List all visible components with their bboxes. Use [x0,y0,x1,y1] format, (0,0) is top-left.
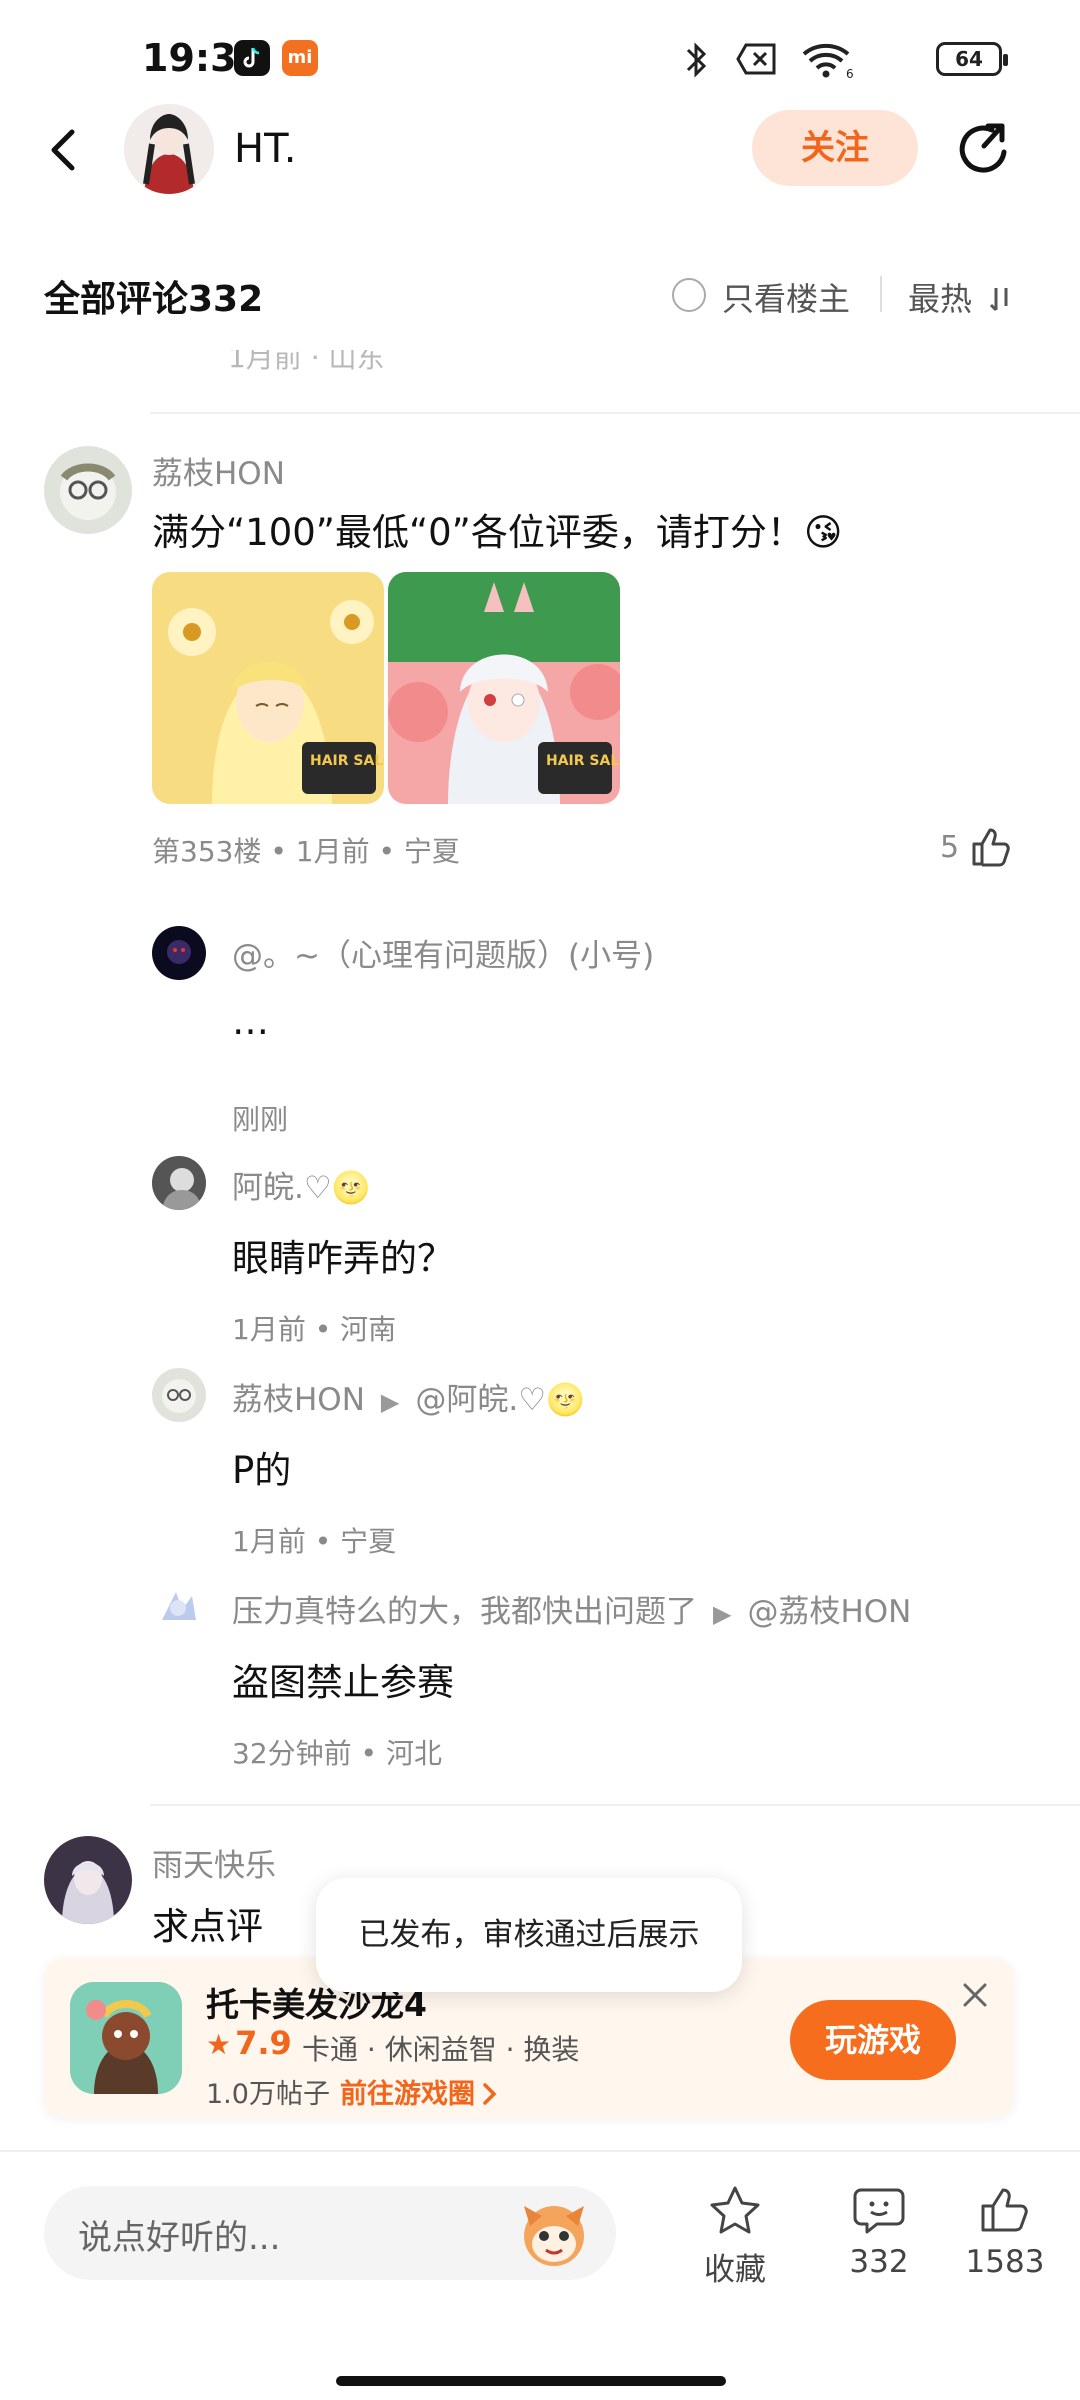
comments-title: 全部评论332 [44,279,264,320]
reply-meta: 1月前 • 河南 [232,1313,397,1346]
comment-input-placeholder: 说点好听的... [78,2218,281,2258]
comments-button[interactable]: 332 [834,2184,924,2280]
wifi-icon: 6 [802,43,854,80]
battery-indicator: 64 [936,42,1008,76]
mi-notification-icon: mi [282,40,318,76]
no-sim-icon [736,43,776,75]
game-icon[interactable] [70,1982,182,2094]
reply-text: … [232,1000,269,1043]
comment-like-count: 5 [940,830,960,865]
comment-image-2[interactable]: HAIR SALON 4 [388,572,620,804]
game-rating: ★ 7.9 [206,2024,292,2062]
reply-text: 盗图禁止参赛 [232,1661,454,1704]
comment-bubble-icon [853,2188,905,2234]
previous-comment-meta: 1月前 · 山东 [228,350,385,372]
reply-author-name: 压力真特么的大，我都快出问题了 [232,1594,697,1630]
play-game-button[interactable]: 玩游戏 [790,2000,956,2080]
comment-avatar[interactable] [44,1836,132,1924]
favorite-button[interactable]: 收藏 [690,2184,780,2289]
only-op-label[interactable]: 只看楼主 [722,274,850,320]
reply-to-arrow-icon: ▶ [380,1388,400,1416]
sort-icon [990,288,1008,312]
comment-count: 332 [849,2244,909,2280]
reply-to-arrow-icon: ▶ [713,1600,732,1628]
reply-meta: 刚刚 [232,1103,289,1136]
thumb-up-icon [981,2188,1028,2232]
close-icon[interactable] [958,1978,992,2012]
favorite-label: 收藏 [704,2252,766,2288]
game-post-count: 1.0万帖子 [206,2079,330,2110]
reply-text: P的 [232,1449,292,1492]
chevron-right-icon [483,2083,497,2105]
bluetooth-icon [686,42,707,78]
reply-author[interactable]: @。~（心理有问题版）(小号) [232,930,654,975]
game-circle-link[interactable]: 前往游戏圈 [340,2072,499,2111]
mascot-emoji-icon[interactable] [516,2196,592,2272]
tiktok-notification-icon [234,40,270,76]
header-divider [880,276,882,312]
reply-avatar[interactable] [152,1580,206,1634]
reply-meta: 32分钟前 • 河北 [232,1737,442,1770]
comment-divider [150,1804,1080,1806]
reply-avatar[interactable] [152,1156,206,1210]
share-icon[interactable] [954,118,1016,180]
comment-text: 求点评 [152,1905,263,1948]
svg-text:6: 6 [846,67,854,80]
reply-avatar[interactable] [152,926,206,980]
bottom-divider [0,2150,1080,2152]
comment-avatar[interactable] [44,446,132,534]
toast-message: 已发布，审核通过后展示 [316,1878,742,1992]
reply-author-name: 荔枝HON [232,1382,365,1418]
game-rating-value: 7.9 [235,2024,292,2062]
author-avatar[interactable] [124,104,214,194]
game-circle-link-label: 前往游戏圈 [340,2079,475,2110]
back-arrow-icon[interactable] [40,120,90,180]
svg-text:HAIR SALON 4: HAIR SALON 4 [546,753,620,769]
svg-text:HAIR SALON 4: HAIR SALON 4 [310,753,384,769]
reply-text: 眼睛咋弄的？ [232,1237,454,1280]
thumb-up-icon[interactable] [968,824,1012,868]
star-icon: ★ [206,2028,232,2061]
comment-author[interactable]: 雨天快乐 [152,1840,276,1885]
sort-label: 最热 [908,280,973,318]
reply-avatar[interactable] [152,1368,206,1422]
status-bar: 19:32 mi 6 64 [0,0,1080,110]
reply-target[interactable]: @阿皖.♡🌝 [415,1382,584,1418]
sort-selector[interactable]: 最热 [908,274,1018,320]
only-op-radio[interactable] [672,278,706,312]
home-indicator[interactable] [336,2376,726,2386]
star-outline-icon [710,2186,760,2234]
comment-image-1[interactable]: HAIR SALON 4 [152,572,384,804]
comment-meta: 第353楼 • 1月前 • 宁夏 [152,835,460,868]
follow-button[interactable]: 关注 [752,110,918,186]
author-name[interactable]: HT. [234,126,296,172]
reply-author[interactable]: 阿皖.♡🌝 [232,1162,370,1207]
reply-author[interactable]: 压力真特么的大，我都快出问题了 ▶ @荔枝HON [232,1586,911,1631]
comment-text: 满分“100”最低“0”各位评委，请打分！😘 [152,511,843,554]
like-button[interactable]: 1583 [950,2184,1060,2280]
status-icons: 6 64 [660,38,1080,82]
reply-target[interactable]: @荔枝HON [747,1594,911,1630]
comment-divider [150,412,1080,414]
game-tags: 卡通 · 休闲益智 · 换装 [302,2033,580,2066]
comment-author[interactable]: 荔枝HON [152,448,285,493]
reply-author[interactable]: 荔枝HON ▶ @阿皖.♡🌝 [232,1374,585,1419]
reply-meta: 1月前 • 宁夏 [232,1525,397,1558]
like-count: 1583 [965,2244,1045,2280]
